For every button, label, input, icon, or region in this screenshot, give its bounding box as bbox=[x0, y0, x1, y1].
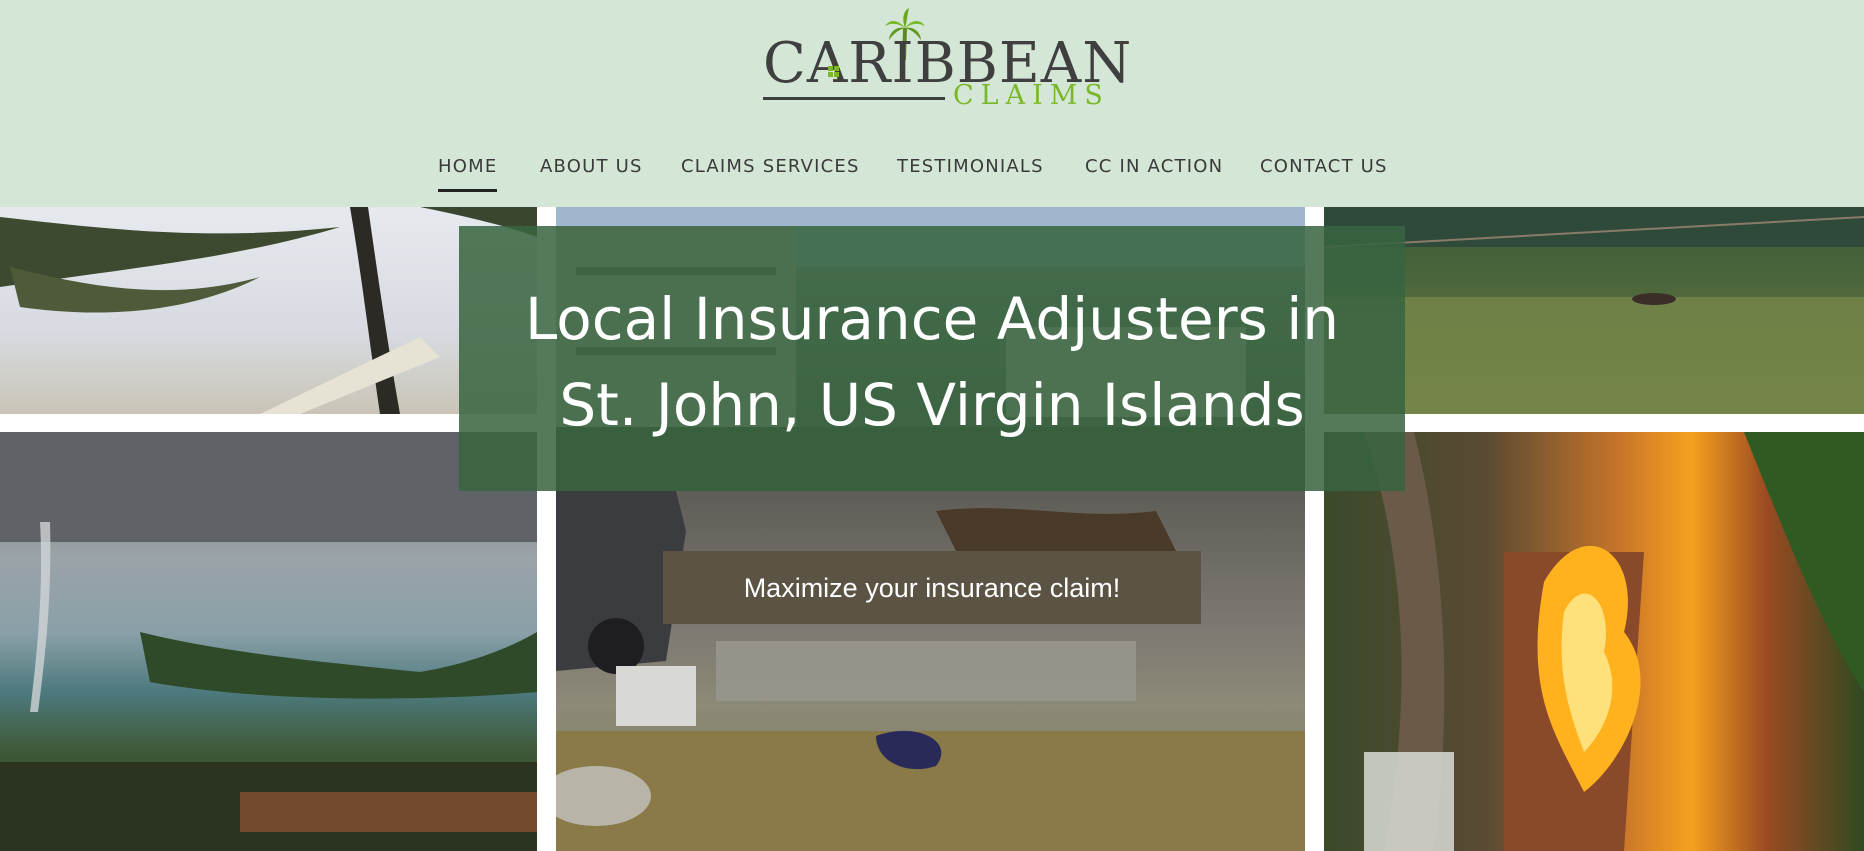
nav-item-home[interactable]: HOME bbox=[438, 156, 498, 192]
photo-hurricane-debris bbox=[556, 491, 1305, 851]
logo-text-claims: CLAIMS bbox=[953, 80, 1110, 111]
hero-title-line-2: St. John, US Virgin Islands bbox=[559, 371, 1305, 439]
logo-underline bbox=[763, 97, 945, 100]
maximize-claim-button[interactable]: Maximize your insurance claim! bbox=[663, 551, 1201, 624]
photo-waterspouts-harbor bbox=[0, 432, 537, 851]
main-nav: HOME ABOUT US CLAIMS SERVICES TESTIMONIA… bbox=[0, 150, 1864, 192]
photo-palm-trees-storm bbox=[0, 207, 537, 414]
nav-item-claims-services[interactable]: CLAIMS SERVICES bbox=[681, 156, 860, 177]
nav-item-testimonials[interactable]: TESTIMONIALS bbox=[897, 156, 1044, 177]
house-window-icon bbox=[828, 66, 839, 77]
photo-flooded-field bbox=[1324, 207, 1864, 414]
nav-item-about-us[interactable]: ABOUT US bbox=[540, 156, 643, 177]
site-header: CARIBBEAN CLAIMS HOME ABOUT US CLAIMS SE… bbox=[0, 0, 1864, 207]
hero-title: Local Insurance Adjusters in St. John, U… bbox=[459, 276, 1405, 448]
logo[interactable]: CARIBBEAN CLAIMS bbox=[763, 8, 1131, 112]
hero-title-line-1: Local Insurance Adjusters in bbox=[524, 285, 1340, 353]
photo-house-fire bbox=[1324, 432, 1864, 851]
hero-banner: Local Insurance Adjusters in St. John, U… bbox=[459, 226, 1405, 491]
nav-item-cc-in-action[interactable]: CC IN ACTION bbox=[1085, 156, 1223, 177]
nav-item-contact-us[interactable]: CONTACT US bbox=[1260, 156, 1388, 177]
